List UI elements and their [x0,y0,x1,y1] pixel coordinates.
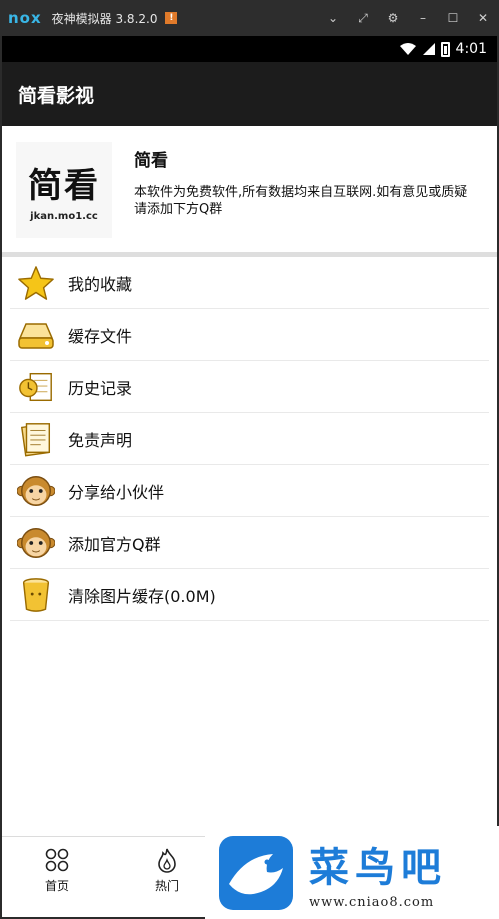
page-title: 简看影视 [18,84,95,107]
menu-item-label: 清除图片缓存(0.0M) [68,586,216,606]
monkey-icon [16,471,56,511]
monkey-icon [16,523,56,563]
home-grid-icon [45,848,69,872]
minimize-icon[interactable]: – [415,11,431,25]
nav-label: 首页 [44,879,69,893]
watermark-name: 菜鸟吧 [309,844,447,891]
app-logo-text: 简看 [28,166,100,206]
wifi-icon [399,43,416,55]
window-controls: ⌄ ⤢ ⚙ – ☐ ✕ [325,0,491,36]
emulator-frame: nox 夜神模拟器 3.8.2.0 ! ⌄ ⤢ ⚙ – ☐ ✕ 4:01 简看影… [0,0,499,919]
menu-item-label: 添加官方Q群 [68,534,161,554]
menu-item-share[interactable]: 分享给小伙伴 [10,465,489,517]
menu-item-qq-group[interactable]: 添加官方Q群 [10,517,489,569]
close-icon[interactable]: ✕ [475,11,491,25]
document-icon [16,419,56,459]
chevron-down-icon[interactable]: ⌄ [325,11,341,25]
drive-icon [16,315,56,355]
android-status-bar: 4:01 [2,36,497,62]
menu-item-label: 缓存文件 [68,326,133,346]
menu-item-label: 免责声明 [68,430,133,450]
maximize-icon[interactable]: ☐ [445,11,461,25]
main-content: 简看 jkan.mo1.cc 简看 本软件为免费软件,所有数据均来自互联网.如有… [2,126,497,836]
star-icon [16,263,56,303]
emulator-title-bar: nox 夜神模拟器 3.8.2.0 ! ⌄ ⤢ ⚙ – ☐ ✕ [0,0,499,36]
watermark: 菜鸟吧 www.cniao8.com [205,826,499,919]
emulator-alert-badge[interactable]: ! [165,12,178,24]
app-description: 本软件为免费软件,所有数据均来自互联网.如有意见或质疑请添加下方Q群 [134,185,468,217]
menu-item-label: 分享给小伙伴 [68,482,165,502]
menu-item-history[interactable]: 历史记录 [10,361,489,413]
pin-icon[interactable]: ⤢ [355,11,371,26]
watermark-text: 菜鸟吧 www.cniao8.com [309,835,447,910]
signal-icon [422,43,435,55]
settings-menu: 我的收藏 缓存文件 历史记录 免责声明 分享给小伙伴 添加官方Q群 清除图片缓存… [2,257,497,621]
menu-item-cache-files[interactable]: 缓存文件 [10,309,489,361]
gear-icon[interactable]: ⚙ [385,11,401,25]
emulator-title: 夜神模拟器 3.8.2.0 [51,11,158,26]
nav-item-home[interactable]: 首页 [2,837,112,917]
menu-item-disclaimer[interactable]: 免责声明 [10,413,489,465]
about-section: 简看 jkan.mo1.cc 简看 本软件为免费软件,所有数据均来自互联网.如有… [2,126,497,252]
app-toolbar: 简看影视 [2,62,497,126]
menu-item-favorites[interactable]: 我的收藏 [10,257,489,309]
trash-icon [16,575,56,615]
app-name: 简看 [134,151,168,171]
history-icon [16,367,56,407]
watermark-url: www.cniao8.com [309,895,435,910]
menu-item-clear-image-cache[interactable]: 清除图片缓存(0.0M) [10,569,489,621]
flame-icon [158,848,176,873]
app-logo-url: jkan.mo1.cc [30,211,98,222]
app-logo: 简看 jkan.mo1.cc [16,142,112,238]
nav-label: 热门 [154,879,179,893]
menu-item-label: 历史记录 [68,378,133,398]
emulator-logo: nox [8,9,42,27]
battery-icon [440,41,450,57]
menu-item-label: 我的收藏 [68,274,133,294]
status-time: 4:01 [455,41,487,57]
bird-logo-icon [219,835,293,910]
